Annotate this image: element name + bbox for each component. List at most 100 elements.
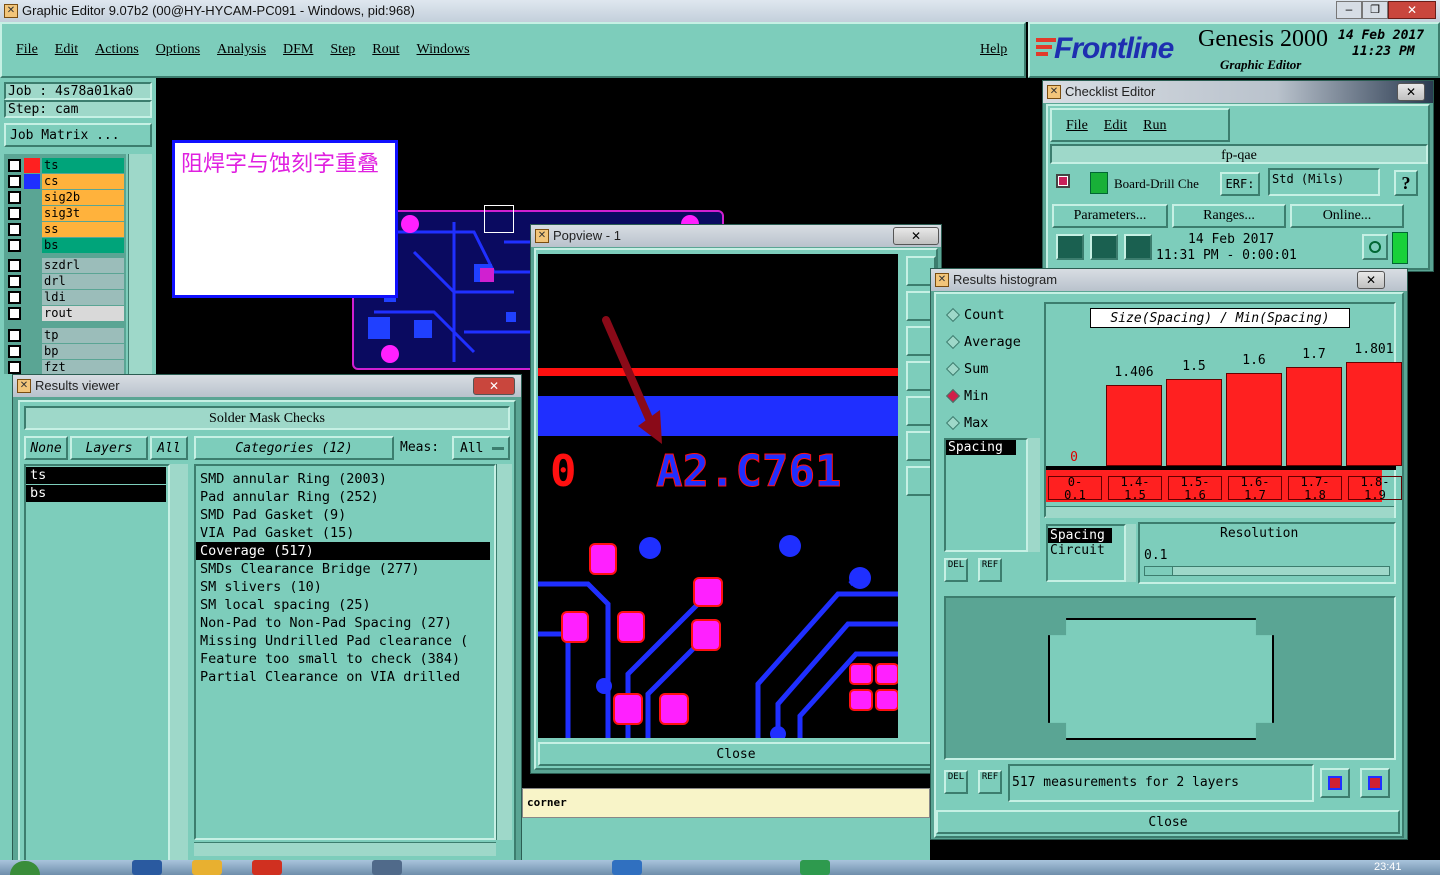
category-item[interactable]: SM slivers (10)	[196, 578, 494, 596]
categories-button[interactable]: Categories (12)	[194, 436, 394, 460]
histogram-bar[interactable]	[1106, 385, 1162, 466]
checklist-close[interactable]: ✕	[1397, 83, 1425, 101]
menu-rout[interactable]: Rout	[372, 42, 399, 58]
layer-checkbox[interactable]	[8, 191, 21, 204]
minimize-button[interactable]: –	[1336, 1, 1362, 19]
category-item[interactable]: SM local spacing (25)	[196, 596, 494, 614]
menu-actions[interactable]: Actions	[95, 42, 139, 58]
checklist-menu-edit[interactable]: Edit	[1104, 118, 1127, 134]
layer-row-ts[interactable]: ts	[6, 158, 124, 173]
close-button[interactable]: ✕	[1388, 1, 1436, 19]
category-item[interactable]: VIA Pad Gasket (15)	[196, 524, 494, 542]
export-icon[interactable]	[1320, 768, 1350, 798]
category-hscrollbar[interactable]	[194, 842, 496, 856]
none-button[interactable]: None	[24, 436, 68, 460]
option-max[interactable]: Max	[946, 412, 1046, 434]
option-average[interactable]: Average	[946, 331, 1046, 353]
type-item-spacing[interactable]: Spacing	[1048, 528, 1112, 543]
menu-dfm[interactable]: DFM	[283, 42, 313, 58]
menu-file[interactable]: File	[16, 42, 38, 58]
online-button[interactable]: Online...	[1290, 204, 1404, 228]
menu-options[interactable]: Options	[156, 42, 200, 58]
histogram-bar[interactable]	[1346, 362, 1402, 466]
menu-windows[interactable]: Windows	[417, 42, 470, 58]
chart-hscrollbar[interactable]	[1046, 506, 1394, 518]
category-item[interactable]: Missing Undrilled Pad clearance (	[196, 632, 494, 650]
layer-row-bp[interactable]: bp	[6, 344, 124, 359]
layer-checkbox[interactable]	[8, 259, 21, 272]
category-item[interactable]: SMD annular Ring (2003)	[196, 470, 494, 488]
layer-row-sig3t[interactable]: sig3t	[6, 206, 124, 221]
histogram-close-button[interactable]: Close	[936, 810, 1400, 834]
layer-checkbox[interactable]	[8, 159, 21, 172]
category-list[interactable]: SMD annular Ring (2003) Pad annular Ring …	[194, 464, 496, 840]
check-toggle-icon[interactable]	[1056, 174, 1070, 188]
resolution-slider[interactable]	[1144, 566, 1390, 576]
erf-value[interactable]: Std (Mils)	[1268, 168, 1380, 196]
layer-checkbox[interactable]	[8, 239, 21, 252]
category-item[interactable]: Feature too small to check (384)	[196, 650, 494, 668]
result-layer-item[interactable]: ts	[26, 467, 166, 484]
layer-checkbox[interactable]	[8, 291, 21, 304]
category-item[interactable]: SMDs Clearance Bridge (277)	[196, 560, 494, 578]
category-vscrollbar[interactable]	[496, 464, 512, 840]
result-layer-item[interactable]: bs	[26, 485, 166, 502]
layer-row-fzt[interactable]: fzt	[6, 360, 124, 375]
layer-checkbox[interactable]	[8, 207, 21, 220]
print-icon[interactable]	[1360, 768, 1390, 798]
job-matrix-button[interactable]: Job Matrix ...	[4, 123, 152, 147]
layer-checkbox[interactable]	[8, 275, 21, 288]
ranges-button[interactable]: Ranges...	[1172, 204, 1286, 228]
histogram-bar[interactable]	[1226, 373, 1282, 466]
option-min[interactable]: Min	[946, 385, 1046, 407]
ref-button[interactable]: REF	[978, 558, 1002, 582]
histogram-close[interactable]: ✕	[1357, 271, 1385, 289]
layer-row-drl[interactable]: drl	[6, 274, 124, 289]
menu-help[interactable]: Help	[980, 42, 1007, 58]
category-item[interactable]: Coverage (517)	[196, 542, 490, 560]
layer-row-rout[interactable]: rout	[6, 306, 124, 321]
type-list[interactable]: Spacing Circuit	[1046, 524, 1126, 582]
result-layer-scrollbar[interactable]	[170, 464, 188, 874]
taskbar-app-3[interactable]	[252, 860, 282, 875]
run-all-icon[interactable]	[1056, 234, 1084, 260]
run-selected-icon[interactable]	[1090, 234, 1118, 260]
popview-close-button[interactable]: Close	[538, 742, 934, 766]
erf-button[interactable]: ERF:	[1220, 172, 1260, 196]
layer-row-ss[interactable]: ss	[6, 222, 124, 237]
magnifier-icon[interactable]	[1362, 234, 1388, 260]
layer-checkbox[interactable]	[8, 361, 21, 374]
left-panel-scrollbar[interactable]	[128, 154, 152, 374]
run-stop-icon[interactable]	[1124, 234, 1152, 260]
taskbar-app-2[interactable]	[192, 860, 222, 875]
histogram-bar[interactable]	[1286, 367, 1342, 466]
layer-row-bs[interactable]: bs	[6, 238, 124, 253]
option-count[interactable]: Count	[946, 304, 1046, 326]
resolution-slider-thumb[interactable]	[1145, 567, 1173, 575]
results-viewer-close[interactable]: ✕	[473, 377, 515, 395]
start-button[interactable]	[10, 861, 40, 875]
category-item[interactable]: SMD Pad Gasket (9)	[196, 506, 494, 524]
checklist-menu-run[interactable]: Run	[1143, 118, 1166, 134]
all-button[interactable]: All	[150, 436, 188, 460]
layers-button[interactable]: Layers	[70, 436, 148, 460]
taskbar-app-1[interactable]	[132, 860, 162, 875]
layer-checkbox[interactable]	[8, 307, 21, 320]
option-sum[interactable]: Sum	[946, 358, 1046, 380]
histogram-bar[interactable]	[1166, 379, 1222, 466]
taskbar-app-5[interactable]	[612, 860, 642, 875]
measure-item[interactable]: Spacing	[946, 440, 1016, 455]
del-button[interactable]: DEL	[944, 558, 968, 582]
taskbar-app-6[interactable]	[800, 860, 830, 875]
layer-row-cs[interactable]: cs	[6, 174, 124, 189]
layer-checkbox[interactable]	[8, 175, 21, 188]
popview-close[interactable]: ✕	[893, 227, 939, 245]
layer-checkbox[interactable]	[8, 223, 21, 236]
result-layer-list[interactable]: ts bs	[24, 464, 170, 874]
layer-row-sig2b[interactable]: sig2b	[6, 190, 124, 205]
layer-checkbox[interactable]	[8, 345, 21, 358]
category-item[interactable]: Pad annular Ring (252)	[196, 488, 494, 506]
popview-canvas[interactable]: 0 A2.C761	[538, 254, 898, 738]
measure-scrollbar[interactable]	[1028, 438, 1040, 552]
ref-button-2[interactable]: REF	[978, 770, 1002, 794]
